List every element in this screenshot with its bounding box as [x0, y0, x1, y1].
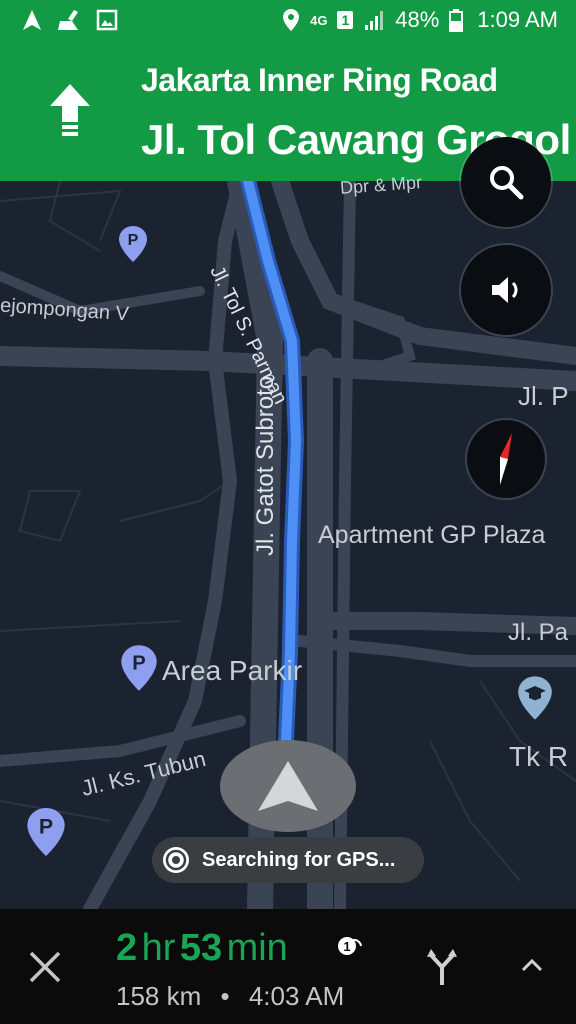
location-icon: [283, 9, 300, 31]
gps-searching-icon: [163, 847, 189, 873]
sound-button[interactable]: [461, 245, 551, 335]
svg-text:1: 1: [343, 939, 350, 954]
svg-text:P: P: [39, 814, 53, 838]
map-label-jl-pa: Jl. Pa: [508, 619, 569, 646]
eta-duration: 2 hr 53 min: [116, 927, 288, 969]
volume-icon: [492, 277, 518, 303]
network-4g-icon: 4G: [310, 12, 328, 28]
svg-text:P: P: [132, 652, 145, 674]
map-label-tk-r: Tk R: [509, 741, 569, 772]
battery-icon: [449, 9, 464, 32]
close-icon[interactable]: [28, 950, 62, 984]
trip-distance: 158 km: [116, 981, 202, 1011]
parking-pin-icon[interactable]: P: [26, 806, 66, 858]
parking-pin-icon[interactable]: P: [118, 225, 148, 263]
search-icon: [490, 166, 524, 200]
search-button[interactable]: [461, 137, 551, 227]
alternate-routes-icon[interactable]: [425, 947, 459, 987]
recenter-button[interactable]: [220, 740, 356, 832]
status-bar: 4G 1 48% 1:09 AM: [0, 0, 576, 40]
map-label-jl-p: Jl. P: [518, 381, 569, 411]
clock: 1:09 AM: [477, 7, 558, 32]
map-label-area-parkir: Area Parkir: [162, 655, 303, 686]
image-icon: [96, 9, 118, 31]
sim-icon: 1: [337, 11, 354, 29]
trip-details: 158 km • 4:03 AM: [116, 981, 344, 1012]
gps-status-text: Searching for GPS...: [202, 848, 396, 871]
signal-icon: [365, 11, 384, 30]
compass-icon: [500, 433, 512, 485]
map-label-gatot-subroto: Jl. Gatot Subroto: [252, 375, 279, 556]
separator: •: [220, 981, 230, 1011]
map-label-apartment: Apartment GP Plaza: [318, 521, 546, 549]
svg-text:P: P: [128, 232, 139, 249]
cleaner-icon: [58, 10, 78, 30]
chevron-up-icon[interactable]: [520, 957, 544, 973]
arrow-up-icon: [50, 84, 90, 136]
compass-button[interactable]: [467, 420, 545, 498]
trip-summary-bar[interactable]: 2 hr 53 min 1 158 km • 4:03 AM: [0, 909, 576, 1024]
parking-pin-icon[interactable]: P: [120, 644, 158, 692]
gps-status-pill: Searching for GPS...: [152, 837, 424, 883]
traffic-badge-icon: 1: [338, 937, 362, 955]
arrival-time: 4:03 AM: [248, 981, 345, 1011]
navigation-arrow-icon: [258, 761, 318, 811]
battery-percent: 48%: [395, 7, 440, 32]
road-name-small: Jakarta Inner Ring Road: [141, 62, 498, 98]
school-pin-icon[interactable]: [517, 675, 553, 721]
navigation-icon: [23, 10, 41, 30]
